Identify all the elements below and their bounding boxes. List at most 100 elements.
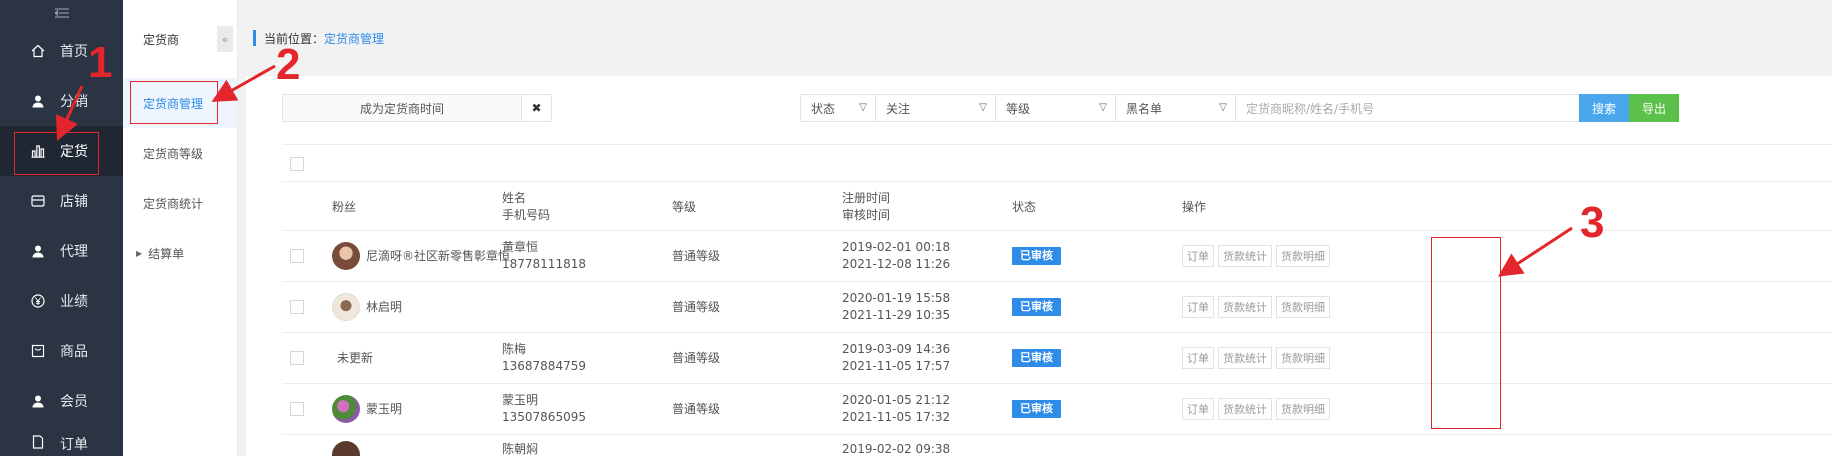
status-select[interactable]: 状态 ▽ <box>800 94 876 122</box>
level-select[interactable]: 等级 ▽ <box>995 94 1116 122</box>
avatar <box>332 242 360 270</box>
nav-item-label: 定货 <box>60 144 88 160</box>
actions-cell: 订单 货款统计 货款明细 <box>1182 231 1334 281</box>
follow-select[interactable]: 关注 ▽ <box>875 94 996 122</box>
payment-stats-button[interactable]: 货款统计 <box>1218 245 1272 267</box>
orders-button[interactable]: 订单 <box>1182 347 1214 369</box>
menu-collapse-icon[interactable] <box>0 0 123 26</box>
orders-button[interactable]: 订单 <box>1182 245 1214 267</box>
nav-item-distribution[interactable]: 分销 <box>0 76 123 126</box>
payment-stats-button[interactable]: 货款统计 <box>1218 398 1272 420</box>
nav-item-goods[interactable]: 商品 <box>0 326 123 376</box>
status-badge: 已审核 <box>1012 400 1061 418</box>
chevron-down-icon: ▽ <box>979 102 987 113</box>
status-badge: 已审核 <box>1012 247 1061 265</box>
breadcrumb-label: 当前位置： <box>264 31 325 46</box>
times-cell: 2020-01-05 21:12 2021-11-05 17:32 <box>842 384 950 434</box>
subnav-item-levels[interactable]: 定货商等级 <box>123 128 237 178</box>
blacklist-select[interactable]: 黑名单 ▽ <box>1115 94 1236 122</box>
payment-details-button[interactable]: 货款明细 <box>1276 245 1330 267</box>
collapse-sidebar-button[interactable]: « <box>217 26 233 52</box>
table-header: 粉丝 姓名 手机号码 等级 注册时间 审核时间 状态 操作 <box>282 181 1832 231</box>
level: 普通等级 <box>672 350 721 365</box>
payment-details-button[interactable]: 货款明细 <box>1276 398 1330 420</box>
row-checkbox[interactable] <box>290 402 304 416</box>
nav-item-members[interactable]: 会员 <box>0 376 123 426</box>
name: 陈梅 <box>502 342 527 356</box>
box-icon <box>30 343 46 359</box>
yen-icon <box>30 293 46 309</box>
chevron-down-icon: ▽ <box>1219 102 1227 113</box>
avatar <box>332 293 360 321</box>
nav-item-ordering[interactable]: 定货 <box>0 126 123 176</box>
payment-details-button[interactable]: 货款明细 <box>1276 347 1330 369</box>
level: 普通等级 <box>672 299 721 314</box>
fan-cell: 未更新 <box>337 333 373 383</box>
content-panel: 成为定货商时间 ✖ 状态 ▽ 关注 ▽ 等级 ▽ 黑名单 ▽ 定货商昵称/姓名/… <box>246 76 1832 456</box>
orders-button[interactable]: 订单 <box>1182 398 1214 420</box>
status-cell: 已审核 <box>1012 333 1061 383</box>
user-icon <box>30 93 46 109</box>
subnav-item-manage[interactable]: 定货商管理 <box>123 78 237 128</box>
subnav-group-settlement[interactable]: ▶ 结算单 <box>123 228 237 278</box>
status-badge: 已审核 <box>1012 349 1061 367</box>
nav-item-agent[interactable]: 代理 <box>0 226 123 276</box>
subnav-item-stats[interactable]: 定货商统计 <box>123 178 237 228</box>
level-select-value: 等级 <box>1006 101 1031 116</box>
name: 蒙玉明 <box>502 393 539 407</box>
actions-cell: 订单 货款统计 货款明细 <box>1182 384 1334 434</box>
clear-date-button[interactable]: ✖ <box>522 94 552 122</box>
name: 陈朝焖 <box>502 442 539 456</box>
payment-details-button[interactable]: 货款明细 <box>1276 296 1330 318</box>
nav-item-performance[interactable]: 业绩 <box>0 276 123 326</box>
search-input[interactable]: 定货商昵称/姓名/手机号 <box>1235 94 1580 122</box>
status-cell: 已审核 <box>1012 282 1061 332</box>
fan-cell <box>332 435 366 456</box>
audit-time: 2021-11-05 17:32 <box>842 410 951 424</box>
nav-item-label: 商品 <box>60 344 88 360</box>
chevron-down-icon: ▽ <box>859 102 867 113</box>
subnav-item-label: 定货商等级 <box>143 146 204 161</box>
reg-time: 2020-01-05 21:12 <box>842 393 951 407</box>
nav-item-label: 首页 <box>60 44 88 60</box>
level: 普通等级 <box>672 401 721 416</box>
chevron-down-icon: ▽ <box>1099 102 1107 113</box>
table-row: 陈朝焖 2019-02-02 09:38 <box>282 435 1832 456</box>
home-icon <box>30 43 46 59</box>
name-cell: 陈梅 13687884759 <box>502 333 586 383</box>
search-button[interactable]: 搜索 <box>1579 94 1629 122</box>
fan-name: 尼滴呀®社区新零售彰章恒 <box>366 248 511 263</box>
nav-item-home[interactable]: 首页 <box>0 26 123 76</box>
app-window: 首页 分销 定货 店铺 代理 业绩 商品 会员 订单 定货商 « 定货商管理 定… <box>0 0 1832 456</box>
document-icon <box>30 434 46 450</box>
audit-time: 2021-12-08 11:26 <box>842 257 951 271</box>
status-cell: 已审核 <box>1012 384 1061 434</box>
nav-item-orders[interactable]: 订单 <box>0 426 123 456</box>
date-range-input[interactable]: 成为定货商时间 <box>282 94 522 122</box>
row-checkbox[interactable] <box>290 351 304 365</box>
reg-time: 2019-02-02 09:38 <box>842 442 951 456</box>
payment-stats-button[interactable]: 货款统计 <box>1218 347 1272 369</box>
user-icon <box>30 243 46 259</box>
table-row: 蒙玉明 蒙玉明 13507865095 普通等级 2020-01-05 21:1… <box>282 384 1832 435</box>
export-button[interactable]: 导出 <box>1629 94 1679 122</box>
row-checkbox[interactable] <box>290 249 304 263</box>
breadcrumb-current[interactable]: 定货商管理 <box>324 30 384 47</box>
nav-item-store[interactable]: 店铺 <box>0 176 123 226</box>
nav-item-label: 会员 <box>60 394 88 410</box>
subnav-item-label: 定货商统计 <box>143 196 204 211</box>
reg-time: 2020-01-19 15:58 <box>842 291 951 305</box>
row-checkbox[interactable] <box>290 300 304 314</box>
select-all-checkbox[interactable] <box>290 157 304 171</box>
payment-stats-button[interactable]: 货款统计 <box>1218 296 1272 318</box>
orders-button[interactable]: 订单 <box>1182 296 1214 318</box>
follow-select-value: 关注 <box>886 101 911 116</box>
nav-item-label: 订单 <box>60 437 88 453</box>
times-cell: 2019-03-09 14:36 2021-11-05 17:57 <box>842 333 950 383</box>
status-select-value: 状态 <box>811 101 836 116</box>
header-fan: 粉丝 <box>332 199 357 214</box>
fan-name: 未更新 <box>337 350 374 365</box>
nav-item-label: 代理 <box>60 244 88 260</box>
level: 普通等级 <box>672 248 721 263</box>
filter-bar: 成为定货商时间 ✖ 状态 ▽ 关注 ▽ 等级 ▽ 黑名单 ▽ 定货商昵称/姓名/… <box>282 94 1832 124</box>
